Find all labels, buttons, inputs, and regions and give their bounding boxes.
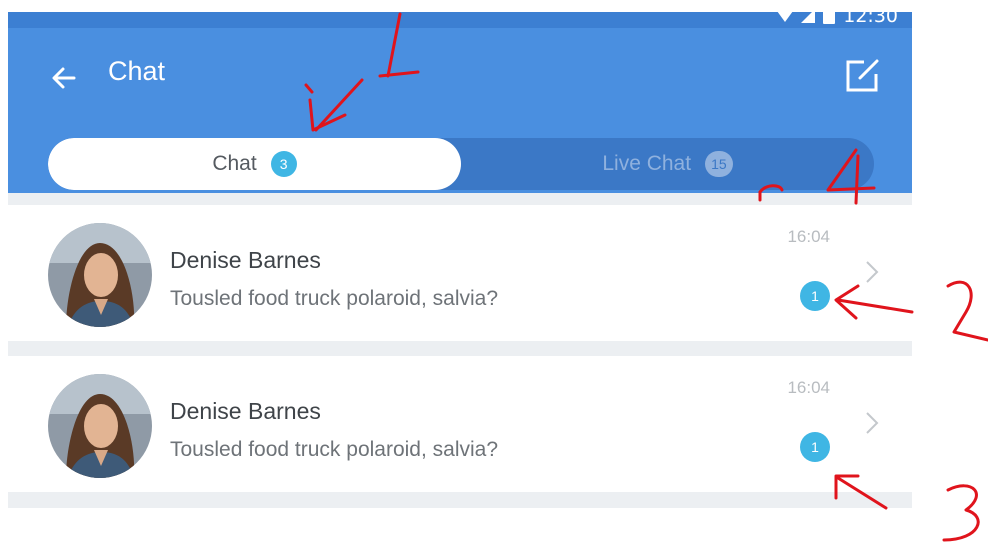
avatar — [48, 374, 152, 478]
tab-chat-badge: 3 — [270, 151, 297, 177]
message-time: 16:04 — [787, 378, 830, 397]
page-title: Chat — [108, 56, 166, 86]
arrow-left-icon — [52, 67, 76, 89]
message-time: 16:04 — [787, 227, 830, 246]
avatar — [48, 223, 152, 327]
unread-badge: 1 — [800, 281, 830, 311]
tab-chat[interactable]: Chat 3 — [48, 138, 461, 190]
message-preview: Tousled food truck polaroid, salvia? — [170, 287, 499, 310]
phone-screen: 12:30 Chat Chat 3 Live Chat 15 Denise Ba… — [8, 12, 912, 508]
unread-badge: 1 — [800, 432, 830, 462]
chat-tabs: Chat 3 Live Chat 15 — [48, 138, 874, 190]
chevron-right-icon — [866, 261, 879, 283]
contact-name: Denise Barnes — [170, 398, 321, 424]
tab-chat-label: Chat — [212, 152, 257, 175]
tab-live-chat[interactable]: Live Chat 15 — [461, 138, 874, 190]
compose-icon — [846, 59, 879, 92]
wifi-icon — [777, 12, 794, 22]
message-preview: Tousled food truck polaroid, salvia? — [170, 438, 499, 461]
list-item[interactable]: Denise Barnes Tousled food truck polaroi… — [8, 356, 912, 492]
app-header: Chat Chat 3 Live Chat 15 — [8, 28, 912, 193]
compose-button[interactable] — [842, 56, 882, 96]
tab-live-chat-badge: 15 — [705, 151, 733, 177]
status-bar: 12:30 — [8, 12, 912, 28]
chevron-right-icon — [866, 412, 879, 434]
signal-icon — [801, 12, 816, 23]
battery-icon — [823, 12, 836, 24]
status-icons: 12:30 — [777, 12, 898, 27]
list-item[interactable]: Denise Barnes Tousled food truck polaroi… — [8, 205, 912, 341]
conversation-list: Denise Barnes Tousled food truck polaroi… — [8, 205, 912, 507]
tab-live-chat-label: Live Chat — [602, 152, 692, 175]
back-button[interactable] — [44, 58, 84, 98]
contact-name: Denise Barnes — [170, 247, 321, 273]
status-time: 12:30 — [843, 12, 898, 27]
